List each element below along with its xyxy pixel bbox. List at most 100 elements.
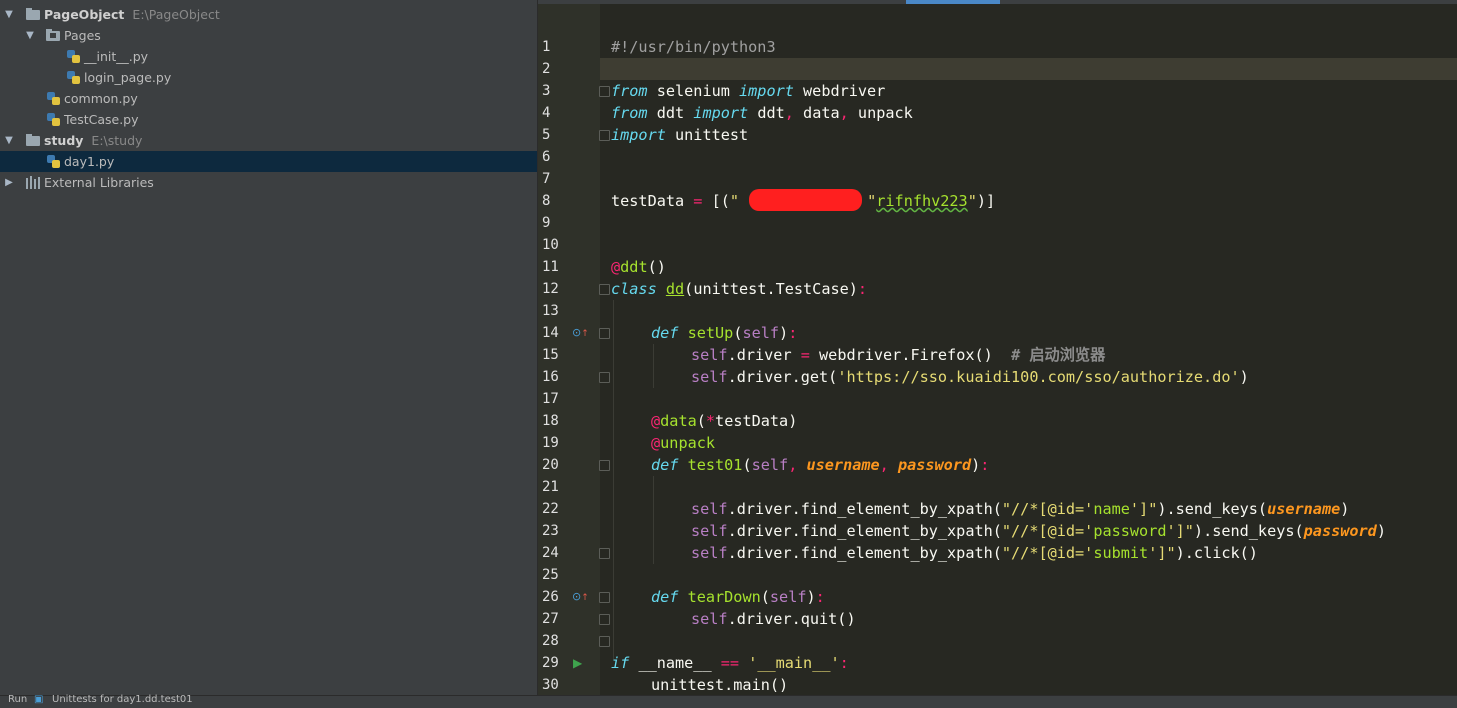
folder-icon xyxy=(26,8,40,20)
tree-item-study[interactable]: ▼ study E:\study xyxy=(0,130,537,151)
code-token: .driver.find_element_by_xpath( xyxy=(727,522,1002,540)
tree-item-external-libraries[interactable]: ▶ External Libraries xyxy=(0,172,537,193)
run-label[interactable]: Run xyxy=(8,693,27,707)
code-token: unittest xyxy=(665,126,749,144)
code-line-23: self.driver.find_element_by_xpath("//*[@… xyxy=(691,520,1386,542)
tree-item-pages[interactable]: ▼ Pages xyxy=(0,25,537,46)
self-token: self xyxy=(691,346,728,364)
line-number: 18 xyxy=(542,413,559,429)
line-number: 1 xyxy=(542,39,551,55)
code-token: .driver.get( xyxy=(727,368,838,386)
fold-end-marker-icon[interactable] xyxy=(599,130,610,141)
line-number: 11 xyxy=(542,259,559,275)
function-name: tearDown xyxy=(687,588,761,606)
self-token: self xyxy=(742,324,780,342)
self-token: self xyxy=(691,500,728,518)
fold-marker-icon[interactable] xyxy=(599,328,610,339)
code-token: ( xyxy=(696,412,706,430)
decorator-at: @ xyxy=(651,412,661,430)
string-literal: submit xyxy=(1093,544,1149,562)
override-method-icon[interactable]: ⊙↑ xyxy=(572,326,589,340)
expand-arrow-icon[interactable]: ▼ xyxy=(3,4,15,25)
code-line-22: self.driver.find_element_by_xpath("//*[@… xyxy=(691,498,1349,520)
tree-item-login-page[interactable]: login_page.py xyxy=(0,67,537,88)
tree-item-label: common.py xyxy=(64,91,138,106)
fold-end-marker-icon[interactable] xyxy=(599,614,610,625)
shebang-comment: #!/usr/bin/python3 xyxy=(611,38,776,56)
tree-item-pageobject[interactable]: ▼ PageObject E:\PageObject xyxy=(0,4,537,25)
expand-arrow-icon[interactable]: ▼ xyxy=(24,25,36,46)
line-number: 3 xyxy=(542,83,551,99)
keyword: def xyxy=(651,588,679,606)
string-literal: rifnfhv223 xyxy=(876,192,968,210)
code-token: data xyxy=(793,104,840,122)
fold-end-marker-icon[interactable] xyxy=(599,636,610,647)
run-config-label[interactable]: Unittests for day1.dd.test01 xyxy=(52,693,193,707)
code-token: ) xyxy=(779,324,789,342)
python-file-icon xyxy=(47,92,60,105)
string-quote: " xyxy=(967,192,977,210)
line-number: 19 xyxy=(542,435,559,451)
code-token: ( xyxy=(760,588,770,606)
fold-marker-icon[interactable] xyxy=(599,460,610,471)
code-line-29: if __name__ == '__main__': xyxy=(611,652,849,674)
tree-item-testcase[interactable]: TestCase.py xyxy=(0,109,537,130)
tab-active-indicator[interactable] xyxy=(906,0,1000,4)
string-literal: 'https://sso.kuaidi100.com/sso/authorize… xyxy=(837,368,1240,386)
code-line-15: self.driver = webdriver.Firefox() # 启动浏览… xyxy=(691,344,1105,366)
code-token: ) xyxy=(1239,368,1249,386)
code-token: webdriver xyxy=(793,82,886,100)
tree-item-day1[interactable]: day1.py xyxy=(0,151,537,172)
line-number: 22 xyxy=(542,501,559,517)
fold-end-marker-icon[interactable] xyxy=(599,372,610,383)
code-token: unittest.main() xyxy=(651,676,789,694)
code-token: ) xyxy=(1340,500,1350,518)
string-literal: "//*[@id=' xyxy=(1001,522,1094,540)
code-token: )] xyxy=(976,192,996,210)
self-token: self xyxy=(751,456,789,474)
override-method-icon[interactable]: ⊙↑ xyxy=(572,590,589,604)
tree-item-common[interactable]: common.py xyxy=(0,88,537,109)
fold-marker-icon[interactable] xyxy=(599,592,610,603)
fold-marker-icon[interactable] xyxy=(599,284,610,295)
code-line-11: @ddt() xyxy=(611,256,666,278)
keyword: def xyxy=(651,324,679,342)
code-token: (unittest.TestCase) xyxy=(684,280,858,298)
keyword: def xyxy=(651,456,679,474)
string-quote: " xyxy=(867,192,877,210)
tree-item-label: day1.py xyxy=(64,154,115,169)
line-number: 21 xyxy=(542,479,559,495)
class-name: dd xyxy=(665,280,685,298)
code-token: [( xyxy=(702,192,730,210)
code-token: ) xyxy=(971,456,981,474)
fold-end-marker-icon[interactable] xyxy=(599,548,610,559)
line-number: 25 xyxy=(542,567,559,583)
python-file-icon xyxy=(67,50,80,63)
code-line-19: @unpack xyxy=(651,432,715,454)
code-line-30: unittest.main() xyxy=(651,674,788,696)
indent-guide xyxy=(613,300,614,660)
line-number: 7 xyxy=(542,171,551,187)
run-icon[interactable]: ▶ xyxy=(573,656,582,670)
code-line-12: class dd(unittest.TestCase): xyxy=(611,278,867,300)
line-number: 9 xyxy=(542,215,551,231)
code-token: .driver xyxy=(727,346,801,364)
tree-item-init[interactable]: __init__.py xyxy=(0,46,537,67)
string-literal: ']" xyxy=(1166,522,1194,540)
expand-arrow-icon[interactable]: ▼ xyxy=(3,130,15,151)
project-panel: ▼ PageObject E:\PageObject ▼ Pages __init… xyxy=(0,0,538,695)
run-config-icon: ▣ xyxy=(34,694,44,705)
keyword: class xyxy=(611,280,657,298)
string-literal: "//*[@id=' xyxy=(1001,544,1094,562)
line-number: 8 xyxy=(542,193,551,209)
code-line-18: @data(*testData) xyxy=(651,410,797,432)
parameter: password xyxy=(1303,522,1377,540)
collapse-arrow-icon[interactable]: ▶ xyxy=(3,172,15,193)
line-number: 16 xyxy=(542,369,559,385)
fold-marker-icon[interactable] xyxy=(599,86,610,97)
code-token: ) xyxy=(806,588,816,606)
line-number: 2 xyxy=(542,61,551,77)
